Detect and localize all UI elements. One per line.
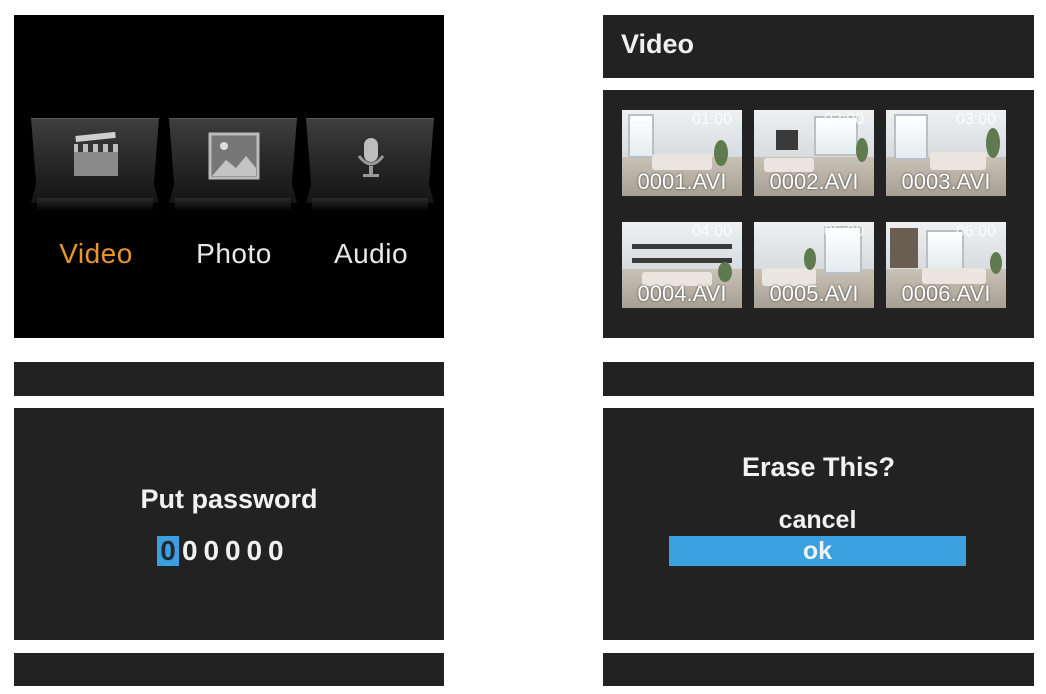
thumbnail-timestamp: 06:00 [955, 223, 996, 240]
video-thumbnail[interactable]: 05:00 0005.AVI [754, 222, 874, 308]
thumbnail-timestamp: 04:00 [691, 223, 732, 240]
menu-label-video: Video [59, 238, 133, 269]
page-title: Video [621, 29, 695, 59]
thumbnail-timestamp: 03:00 [955, 111, 996, 128]
top-bar [603, 362, 1034, 396]
video-thumbnail[interactable]: 01:00 0001.AVI [622, 110, 742, 196]
password-digit[interactable]: 0 [201, 536, 223, 566]
cancel-button[interactable]: cancel [669, 506, 966, 535]
ok-button[interactable]: ok [669, 536, 966, 566]
password-dialog: Put password 0 0 0 0 0 0 [14, 408, 444, 640]
thumbnail-grid: 01:00 0001.AVI 02:00 0002.AVI 03:00 0003… [603, 90, 1034, 338]
thumbnail-timestamp: 05:00 [823, 223, 864, 240]
thumbnail-timestamp: 01:00 [691, 111, 732, 128]
video-list-screen: Video 01:00 0001.AVI 02:00 0002.AVI 03:0… [603, 15, 1034, 338]
video-thumbnail[interactable]: 02:00 0002.AVI [754, 110, 874, 196]
thumbnail-filename: 0005.AVI [769, 281, 859, 306]
top-bar [14, 362, 444, 396]
menu-label-photo: Photo [196, 238, 272, 269]
thumbnail-timestamp: 02:00 [823, 111, 864, 128]
menu-item-photo[interactable]: Photo [169, 110, 299, 310]
thumbnail-filename: 0002.AVI [769, 169, 859, 194]
bottom-bar [14, 653, 444, 686]
picture-icon [208, 132, 260, 180]
microphone-icon [357, 138, 385, 177]
password-digit[interactable]: 0 [157, 536, 179, 566]
menu-tile [31, 110, 161, 212]
main-menu-screen: Video Photo Audio [14, 15, 444, 338]
password-digit[interactable]: 0 [222, 536, 244, 566]
video-thumbnail[interactable]: 06:00 0006.AVI [886, 222, 1006, 308]
menu-tile [306, 110, 436, 212]
erase-question: Erase This? [741, 452, 896, 482]
thumbnail-filename: 0003.AVI [901, 169, 991, 194]
clapperboard-icon [74, 132, 118, 176]
menu-item-video[interactable]: Video [31, 110, 161, 310]
password-prompt: Put password [140, 484, 318, 514]
erase-dialog: Erase This? cancel ok [603, 408, 1034, 640]
thumbnail-filename: 0004.AVI [637, 281, 727, 306]
thumbnail-filename: 0001.AVI [637, 169, 727, 194]
thumbnail-filename: 0006.AVI [901, 281, 991, 306]
password-digit[interactable]: 0 [244, 536, 266, 566]
header-bar: Video [603, 15, 1034, 78]
menu-label-audio: Audio [333, 238, 409, 269]
menu-tile [169, 110, 299, 212]
password-digit[interactable]: 0 [265, 536, 287, 566]
video-thumbnail[interactable]: 04:00 0004.AVI [622, 222, 742, 308]
menu-item-audio[interactable]: Audio [306, 110, 436, 310]
password-digit[interactable]: 0 [179, 536, 201, 566]
password-input[interactable]: 0 0 0 0 0 0 [157, 536, 287, 566]
bottom-bar [603, 653, 1034, 686]
video-thumbnail[interactable]: 03:00 0003.AVI [886, 110, 1006, 196]
